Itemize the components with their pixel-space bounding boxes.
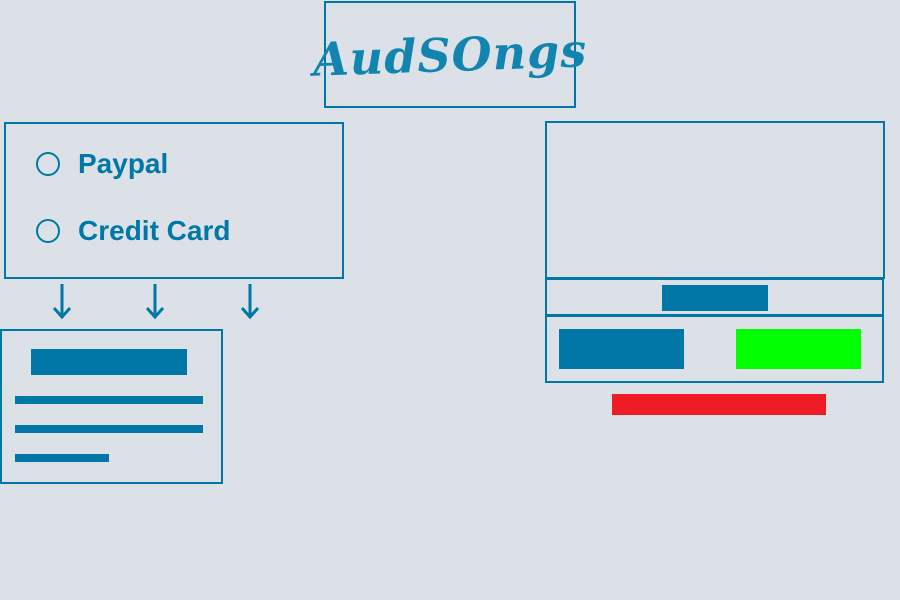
payment-details-card xyxy=(0,329,223,484)
payment-method-panel: Paypal Credit Card xyxy=(4,122,344,279)
details-text-line xyxy=(15,425,203,433)
arrow-down-icon xyxy=(145,284,165,320)
paypal-radio[interactable] xyxy=(36,152,60,176)
credit-card-option[interactable]: Credit Card xyxy=(36,215,230,247)
label-row xyxy=(545,278,884,316)
paypal-label: Paypal xyxy=(78,148,169,179)
cancel-button[interactable] xyxy=(612,394,826,415)
details-title-placeholder xyxy=(31,349,187,375)
credit-card-radio[interactable] xyxy=(36,219,60,243)
preview-panel xyxy=(545,121,885,279)
credit-card-label: Credit Card xyxy=(78,215,231,246)
logo-box: AudSOngs xyxy=(312,1,588,108)
primary-action-button[interactable] xyxy=(559,329,684,369)
arrow-down-icon xyxy=(52,284,72,320)
details-text-line xyxy=(15,396,203,404)
action-buttons-row xyxy=(545,315,884,383)
arrow-down-icon xyxy=(240,284,260,320)
paypal-option[interactable]: Paypal xyxy=(36,148,168,180)
app-logo: AudSOngs xyxy=(312,22,588,87)
details-text-line xyxy=(15,454,109,462)
confirm-button[interactable] xyxy=(736,329,861,369)
label-placeholder xyxy=(662,285,768,311)
